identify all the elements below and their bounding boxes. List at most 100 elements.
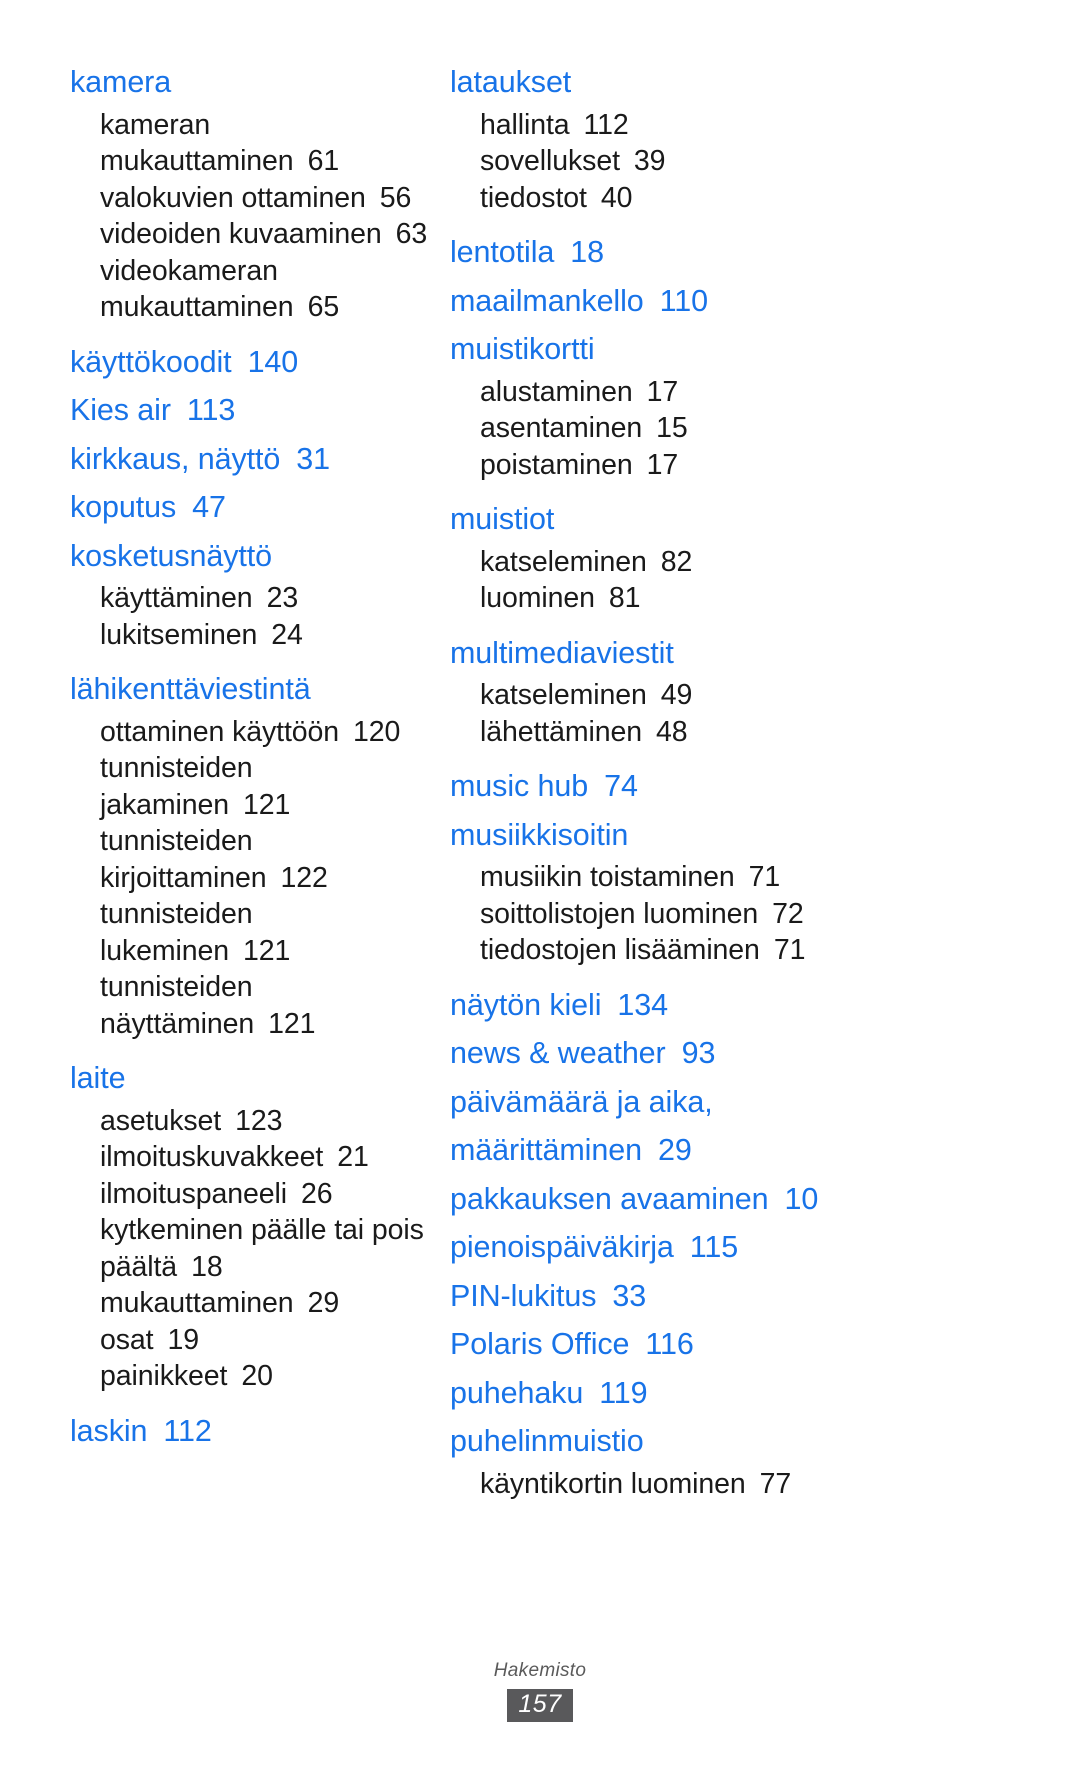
index-subentry[interactable]: tunnisteiden [70,896,430,933]
index-subentry-page: 122 [280,861,328,894]
index-entry[interactable]: lataukset [450,58,1030,107]
index-entry-label: Kies air [70,393,171,427]
index-entry-label: laskin [70,1413,148,1448]
index-column-left: kamera kameran mukauttaminen 61 valokuvien o… [0,58,430,1455]
index-entry[interactable]: käyttökoodit 140 [70,338,430,387]
index-subentry[interactable]: tunnisteiden [70,750,430,787]
index-subentry[interactable]: lukeminen 121 [70,933,430,970]
index-subentry-label: kameran [100,108,211,141]
index-subentry-label: painikkeet [100,1360,228,1392]
index-entry[interactable]: Kies air 113 [70,386,430,435]
index-subentry[interactable]: kameran [70,107,430,144]
index-subentry-label: käyntikortin luominen [480,1467,746,1500]
index-subentry[interactable]: ottaminen käyttöön 120 [70,714,430,751]
index-entry[interactable]: maailmankello 110 [450,277,1030,326]
index-subentry-label: luominen [480,582,595,614]
index-subentry[interactable]: päältä 18 [70,1249,430,1286]
index-entry[interactable]: pienoispäiväkirja 115 [450,1223,1030,1272]
index-entry[interactable]: musiikkisoitin [450,811,1030,860]
index-subentry-page: 24 [271,618,303,651]
index-subentry[interactable]: ilmoituspaneeli 26 [70,1176,430,1213]
index-subentry[interactable]: tiedostojen lisääminen 71 [450,932,1030,969]
index-entry[interactable]: PIN-lukitus 33 [450,1272,1030,1321]
index-entry[interactable]: news & weather 93 [450,1029,1030,1078]
index-group: Kies air 113 [70,386,430,435]
index-subentry[interactable]: näyttäminen 121 [70,1006,430,1043]
index-entry[interactable]: laite [70,1054,430,1103]
index-subentry[interactable]: sovellukset 39 [450,143,1030,180]
index-subentry[interactable]: tunnisteiden [70,823,430,860]
index-subentry[interactable]: ilmoituskuvakkeet 21 [70,1139,430,1176]
index-entry[interactable]: muistikortti [450,325,1030,374]
index-entry[interactable]: lähikenttäviestintä [70,665,430,714]
index-subentry[interactable]: lähettäminen 48 [450,714,1030,751]
index-entry-page: 93 [681,1036,716,1070]
index-group: kosketusnäyttö käyttäminen 23 lukitseminen 2… [70,532,430,666]
index-group: music hub 74 [450,762,1030,811]
index-subentry-label: asentaminen [480,412,643,444]
index-subentry[interactable]: käyntikortin luominen 77 [450,1466,1030,1503]
index-subentry[interactable]: kytkeminen päälle tai pois [70,1212,430,1249]
index-entry[interactable]: kamera [70,58,430,107]
index-subentry[interactable]: musiikin toistaminen 71 [450,859,1030,896]
index-subentry[interactable]: painikkeet 20 [70,1358,430,1395]
index-entry[interactable]: puhehaku 119 [450,1369,1030,1418]
index-subentry[interactable]: lukitseminen 24 [70,617,430,654]
index-entry[interactable]: muistiot [450,495,1030,544]
index-entry[interactable]: lentotila 18 [450,228,1030,277]
index-subentry-label: katseleminen [480,679,647,711]
index-entry[interactable]: laskin 112 [70,1407,430,1456]
index-subentry-page: 120 [353,715,401,748]
index-subentry[interactable]: käyttäminen 23 [70,580,430,617]
index-subentry[interactable]: soittolistojen luominen 72 [450,896,1030,933]
index-entry[interactable]: näytön kieli 134 [450,981,1030,1030]
index-subentry-label: katseleminen [480,545,647,578]
index-entry[interactable]: päivämäärä ja aika, [450,1078,1030,1127]
index-entry[interactable]: music hub 74 [450,762,1030,811]
index-entry-label: kosketusnäyttö [70,538,273,573]
index-subentry[interactable]: poistaminen 17 [450,447,1030,484]
index-entry[interactable]: kirkkaus, näyttö 31 [70,435,430,484]
index-entry-page: 116 [645,1327,694,1361]
index-subentry[interactable]: katseleminen 49 [450,677,1030,714]
index-group: laite asetukset 123 ilmoituskuvakkeet 21 ilmo… [70,1054,430,1407]
index-subentry[interactable]: valokuvien ottaminen 56 [70,180,430,217]
index-subentry[interactable]: asentaminen 15 [450,410,1030,447]
index-subentry[interactable]: osat 19 [70,1322,430,1359]
index-subentry[interactable]: jakaminen 121 [70,787,430,824]
index-entry[interactable]: Polaris Office 116 [450,1320,1030,1369]
index-subentry-label: mukauttaminen [100,1287,294,1319]
index-entry[interactable]: puhelinmuistio [450,1417,1030,1466]
index-subentry[interactable]: tiedostot 40 [450,180,1030,217]
index-subentry[interactable]: mukauttaminen 29 [70,1285,430,1322]
index-subentry[interactable]: videoiden kuvaaminen 63 [70,216,430,253]
index-entry[interactable]: määrittäminen 29 [450,1126,1030,1175]
index-entry[interactable]: kosketusnäyttö [70,532,430,581]
index-entry-label: päivämäärä ja aika, [450,1084,713,1119]
index-group: pakkauksen avaaminen 10 [450,1175,1030,1224]
index-subentry[interactable]: luominen 81 [450,580,1030,617]
index-subentry[interactable]: asetukset 123 [70,1103,430,1140]
index-group: pienoispäiväkirja 115 [450,1223,1030,1272]
page-number-badge: 157 [507,1689,573,1722]
index-entry[interactable]: koputus 47 [70,483,430,532]
index-subentry[interactable]: tunnisteiden [70,969,430,1006]
index-entry[interactable]: multimediaviestit [450,629,1030,678]
index-subentry[interactable]: mukauttaminen 65 [70,289,430,326]
index-subentry[interactable]: mukauttaminen 61 [70,143,430,180]
index-subentry-label: poistaminen [480,448,633,481]
index-subentry-label: ottaminen käyttöön [100,715,340,748]
index-subentry-page: 82 [660,545,693,578]
index-subentry-page: 23 [266,582,299,614]
index-subentry[interactable]: kirjoittaminen 122 [70,860,430,897]
index-entry-page: 119 [599,1375,648,1410]
index-entry[interactable]: pakkauksen avaaminen 10 [450,1175,1030,1224]
index-subentry[interactable]: videokameran [70,253,430,290]
index-subentry-page: 65 [307,291,340,323]
index-subentry-page: 61 [307,145,340,177]
index-subentry[interactable]: katseleminen 82 [450,544,1030,581]
index-subentry[interactable]: alustaminen 17 [450,374,1030,411]
footer-section-label: Hakemisto [493,1660,587,1681]
index-subentry[interactable]: hallinta 112 [450,107,1030,144]
